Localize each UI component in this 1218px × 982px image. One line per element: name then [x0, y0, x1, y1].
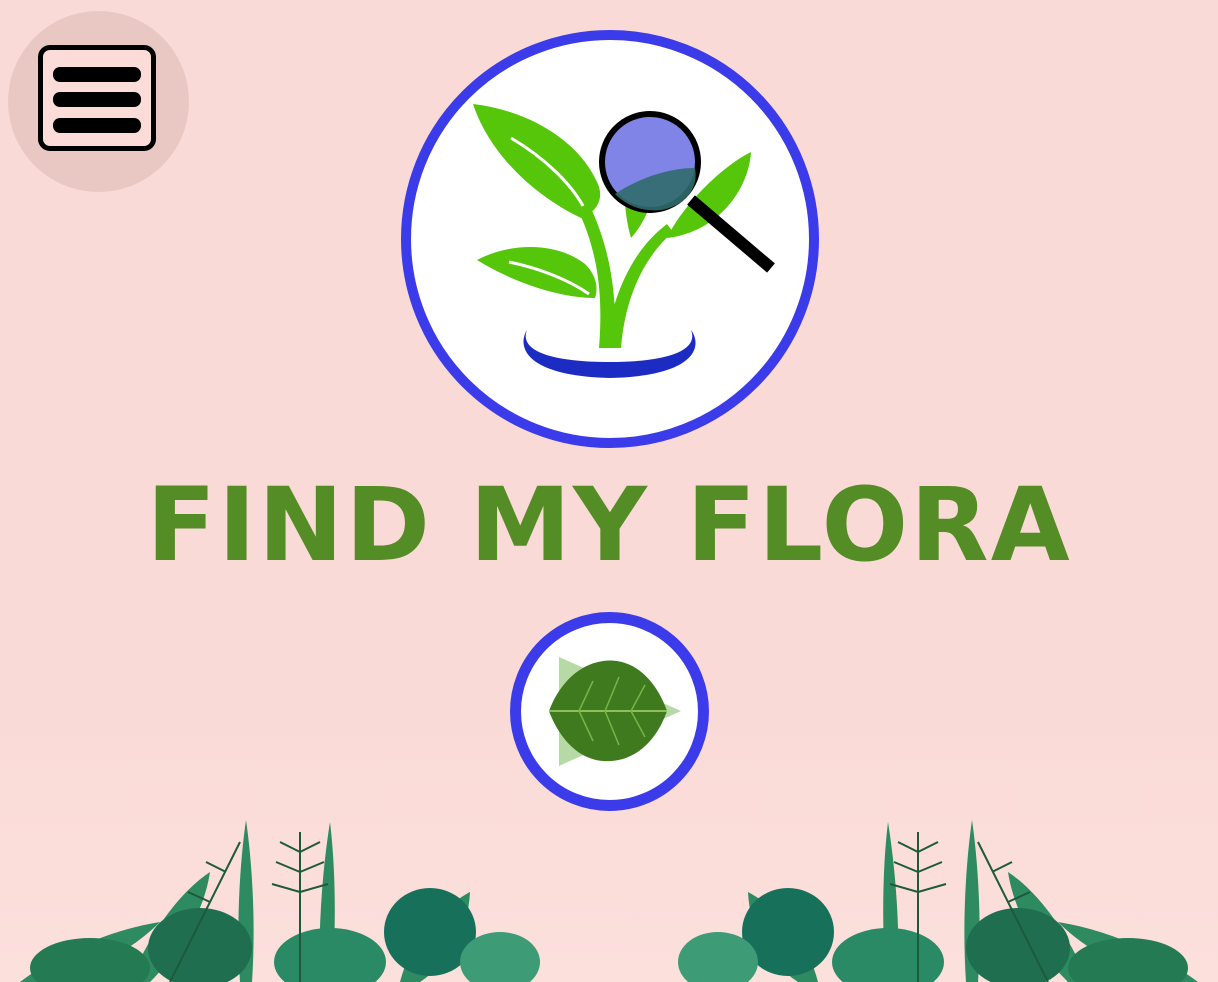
hamburger-menu-icon: [38, 45, 156, 151]
tropical-foliage-right: [678, 820, 1198, 982]
menu-button[interactable]: [8, 11, 189, 192]
start-button[interactable]: [509, 611, 710, 812]
tropical-foliage-left: [20, 820, 540, 982]
app-title: FIND MY FLORA: [146, 466, 1072, 585]
app-logo: [401, 30, 819, 448]
